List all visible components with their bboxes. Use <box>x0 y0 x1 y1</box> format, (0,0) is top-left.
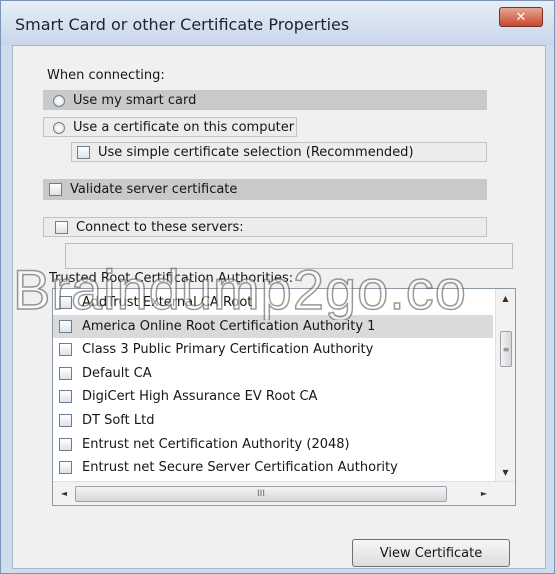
authority-checkbox[interactable] <box>59 437 72 451</box>
authority-checkbox[interactable] <box>59 343 72 357</box>
authority-label: DT Soft Ltd <box>82 413 155 428</box>
list-item[interactable]: DT Soft Ltd <box>53 409 493 432</box>
close-icon: ✕ <box>515 9 527 25</box>
validate-server-label: Validate server certificate <box>70 182 238 197</box>
dialog-window: Smart Card or other Certificate Properti… <box>0 0 555 574</box>
authority-label: DigiCert High Assurance EV Root CA <box>82 389 318 405</box>
use-smart-card-option[interactable]: Use my smart card <box>53 93 196 108</box>
scroll-right-icon[interactable]: ► <box>475 485 493 501</box>
connect-servers-option[interactable]: Connect to these servers: <box>55 220 244 235</box>
horizontal-scrollbar[interactable]: ◄ III ► <box>53 481 515 505</box>
use-smart-card-label: Use my smart card <box>73 93 197 108</box>
list-item[interactable]: Entrust net Certification Authority (204… <box>53 433 493 456</box>
when-connecting-heading: When connecting: <box>47 68 165 83</box>
authority-label: Class 3 Public Primary Certification Aut… <box>82 342 374 358</box>
watermark: Braindump2go.co <box>13 260 467 320</box>
authority-checkbox[interactable] <box>59 461 72 475</box>
vertical-scroll-thumb[interactable]: ≡ <box>500 331 512 367</box>
authority-checkbox[interactable] <box>59 414 72 427</box>
view-certificate-button[interactable]: View Certificate <box>352 539 510 567</box>
authority-checkbox[interactable] <box>59 390 72 404</box>
certificate-radio[interactable] <box>53 121 65 134</box>
simple-selection-checkbox[interactable] <box>77 146 90 159</box>
title-bar[interactable]: Smart Card or other Certificate Properti… <box>1 1 554 45</box>
connect-servers-label: Connect to these servers: <box>76 220 244 235</box>
simple-selection-option[interactable]: Use simple certificate selection (Recomm… <box>77 145 414 160</box>
authority-label: America Online Root Certification Author… <box>82 318 376 334</box>
list-item[interactable]: DigiCert High Assurance EV Root CA <box>53 385 493 408</box>
close-button[interactable]: ✕ <box>499 7 543 27</box>
list-item[interactable]: Entrust net Secure Server Certification … <box>53 456 493 479</box>
authority-checkbox[interactable] <box>59 366 72 380</box>
simple-selection-label: Use simple certificate selection (Recomm… <box>98 145 414 160</box>
dialog-title: Smart Card or other Certificate Properti… <box>15 15 350 34</box>
dialog-body: When connecting: Use my smart card Use a… <box>12 45 546 569</box>
list-item[interactable]: Class 3 Public Primary Certification Aut… <box>53 338 493 361</box>
scroll-left-icon[interactable]: ◄ <box>55 485 73 501</box>
authority-checkbox[interactable] <box>59 319 72 333</box>
authority-label: Entrust net Secure Server Certification … <box>82 460 398 476</box>
smart-card-radio[interactable] <box>53 94 65 107</box>
grip-icon: ≡ <box>502 344 510 354</box>
authority-label: Entrust net Certification Authority (204… <box>82 436 350 452</box>
validate-server-checkbox[interactable] <box>49 183 62 196</box>
scroll-down-icon[interactable]: ▼ <box>496 463 515 481</box>
use-certificate-option[interactable]: Use a certificate on this computer <box>53 120 294 135</box>
validate-server-option[interactable]: Validate server certificate <box>49 182 237 197</box>
use-certificate-label: Use a certificate on this computer <box>73 120 295 135</box>
horizontal-scroll-thumb[interactable]: III <box>75 486 447 502</box>
connect-servers-checkbox[interactable] <box>55 221 68 234</box>
list-item[interactable]: Default CA <box>53 362 493 385</box>
authority-label: Default CA <box>82 365 152 381</box>
grip-icon: III <box>257 489 265 499</box>
trusted-root-list[interactable]: AddTrust External CA Root America Online … <box>52 288 516 506</box>
